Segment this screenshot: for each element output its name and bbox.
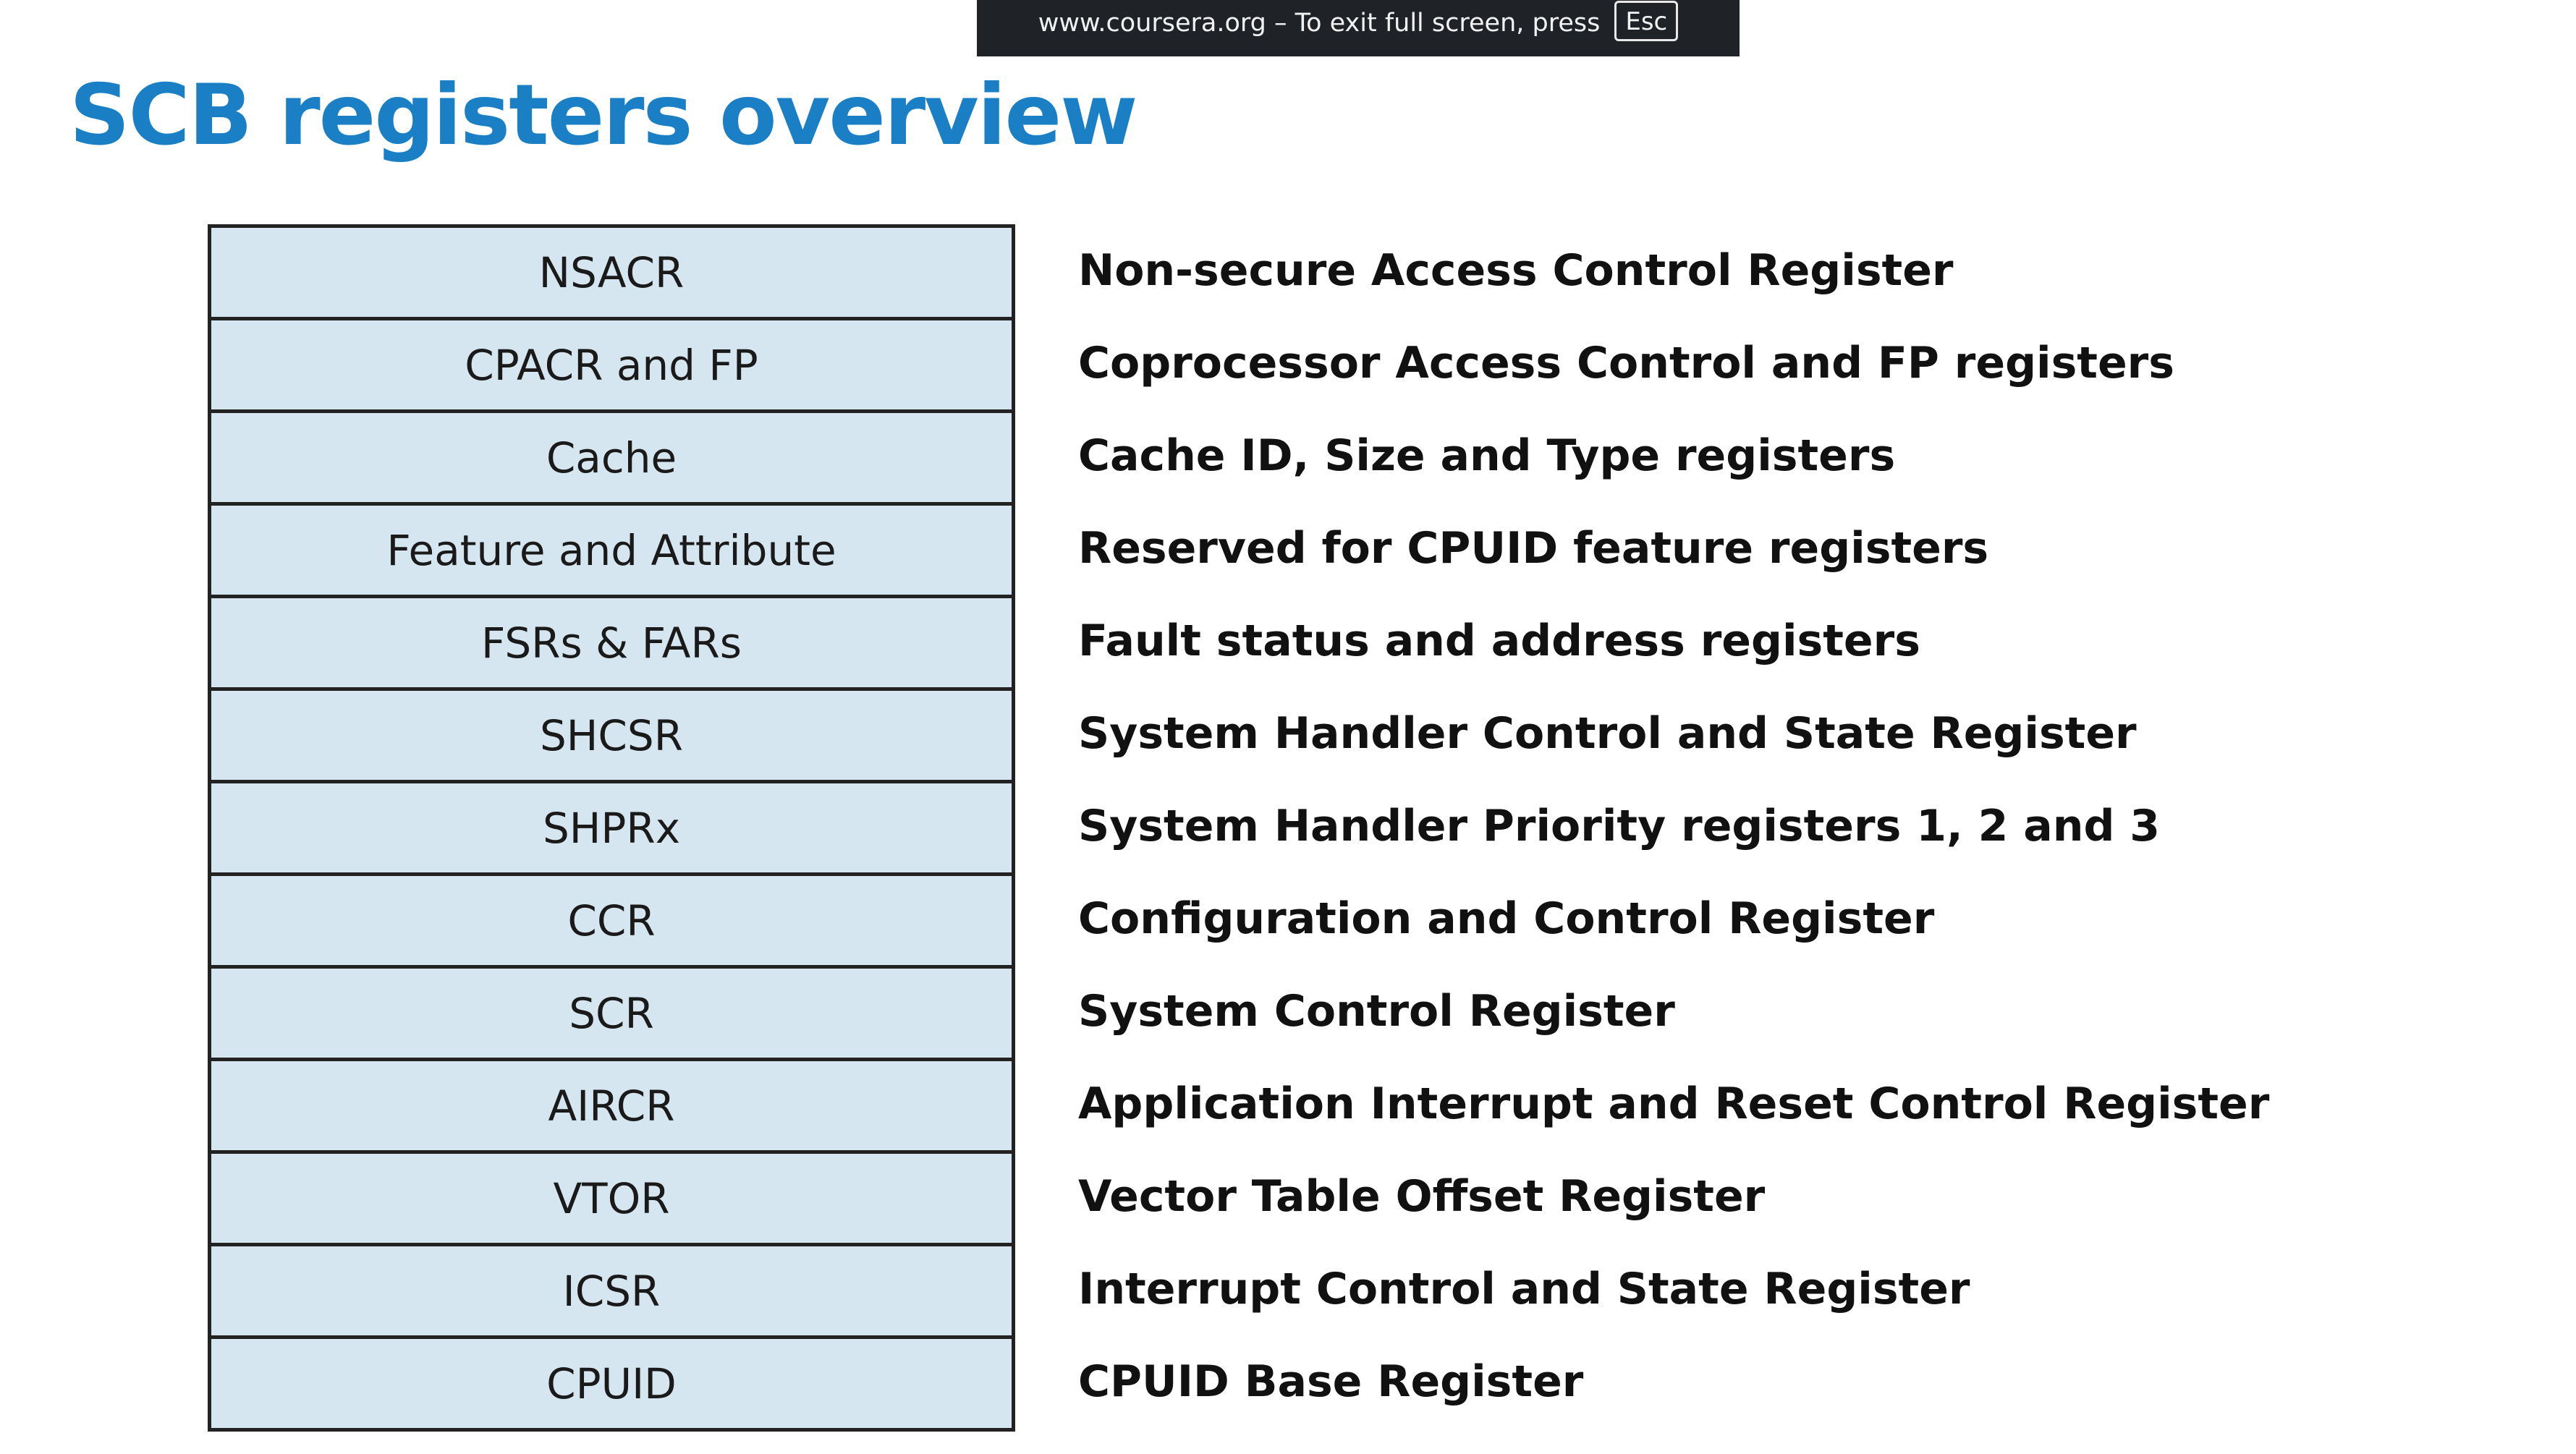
register-cell-shcsr: SHCSR [211,691,1012,783]
register-description-fsrs-fars: Fault status and address registers [1078,616,1920,666]
register-description-cache: Cache ID, Size and Type registers [1078,430,1896,481]
register-cell-cpuid: CPUID [546,1359,677,1408]
register-cell-vtor: VTOR [211,1154,1012,1246]
register-description-vtor: Vector Table Offset Register [1078,1171,1766,1222]
fullscreen-banner-text: www.coursera.org – To exit full screen, … [1038,9,1601,38]
slide-title: SCB registers overview [69,67,1137,164]
register-cell-aircr: AIRCR [211,1061,1012,1154]
register-cell-scr: SCR [211,969,1012,1061]
register-description-scr: System Control Register [1078,986,1675,1037]
register-description-cpuid: CPUID Base Register [1078,1356,1584,1407]
register-cell-fsrs-fars: FSRs & FARs [211,598,1012,691]
register-cell-nsacr: NSACR [211,228,1012,320]
register-description-aircr: Application Interrupt and Reset Control … [1078,1079,2270,1129]
esc-key-hint: Esc [1614,1,1679,41]
register-description-shprx: System Handler Priority registers 1, 2 a… [1078,801,2161,851]
register-cell-icsr: ICSR [211,1246,1012,1339]
register-description-ccr: Configuration and Control Register [1078,893,1935,944]
register-description-nsacr: Non-secure Access Control Register [1078,245,1954,296]
register-description-list: Non-secure Access Control Register Copro… [1078,224,2525,1428]
register-table: NSACR CPACR and FP Cache Feature and Att… [208,224,1015,1432]
register-cell-ccr: CCR [211,876,1012,969]
slide-page: www.coursera.org – To exit full screen, … [0,0,2576,1454]
register-cell-cpacr-fp: CPACR and FP [211,320,1012,413]
register-description-cpacr-fp: Coprocessor Access Control and FP regist… [1078,338,2174,388]
register-cell-feature-attribute: Feature and Attribute [211,506,1012,598]
register-cell-shprx: SHPRx [211,783,1012,876]
fullscreen-exit-banner: www.coursera.org – To exit full screen, … [977,0,1740,56]
register-description-icsr: Interrupt Control and State Register [1078,1264,1970,1314]
register-description-feature-attribute: Reserved for CPUID feature registers [1078,523,1989,574]
register-description-shcsr: System Handler Control and State Registe… [1078,708,2137,759]
register-cell-cache: Cache [211,413,1012,506]
